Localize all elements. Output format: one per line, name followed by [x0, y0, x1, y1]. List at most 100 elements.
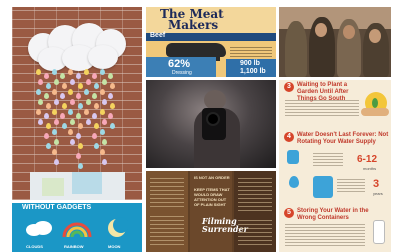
gift-box — [42, 178, 64, 196]
panel-body-text — [150, 177, 184, 207]
raindrop — [94, 143, 99, 149]
raindrop — [44, 133, 49, 139]
face — [369, 29, 381, 43]
raindrop — [78, 103, 83, 109]
raindrop — [78, 143, 83, 149]
water-tap-icon — [287, 150, 299, 164]
step-number: 4 — [284, 132, 294, 142]
icon-label: CLOUDS — [26, 244, 43, 249]
raindrop — [84, 69, 89, 75]
face — [343, 25, 355, 39]
raindrop — [76, 73, 81, 79]
raindrop — [54, 99, 59, 105]
raindrop — [68, 109, 73, 115]
raindrop — [62, 123, 67, 129]
person-figure — [285, 21, 307, 77]
moon-icon — [108, 217, 128, 237]
raindrop — [100, 129, 105, 135]
raindrop — [54, 79, 59, 85]
raindrop — [110, 103, 115, 109]
gallery-tile-survival-tips[interactable]: IS NOT AN ORDER KEEP ITEMS THAT WOULD DR… — [146, 171, 276, 252]
band-label: Beef — [150, 32, 166, 39]
raindrop — [60, 73, 65, 79]
stat-unit: years — [373, 191, 383, 196]
gallery-tile-water-infographic[interactable]: 3 Waiting to Plant a Garden Until After … — [279, 80, 391, 252]
raindrop — [108, 113, 113, 119]
percent-value: 62% — [168, 58, 191, 70]
raindrop — [52, 89, 57, 95]
raindrop — [102, 119, 107, 125]
step-body-text — [337, 178, 365, 192]
raindrop — [44, 113, 49, 119]
gallery-tile-cloud-mobile[interactable] — [12, 7, 142, 200]
step-body-text — [313, 152, 343, 166]
raindrop — [36, 89, 41, 95]
title-line-2: Makers — [168, 18, 219, 32]
water-bottle-icon — [373, 220, 385, 244]
panel-heading: IS NOT AN ORDER — [194, 175, 230, 180]
raindrop — [46, 83, 51, 89]
raindrop — [86, 79, 91, 85]
raindrop — [78, 163, 83, 169]
step-heading: Water Doesn't Last Forever: Not Rotating… — [297, 132, 389, 145]
stat-value: 3 — [373, 178, 380, 190]
cow-leg — [216, 55, 220, 61]
gallery-tile-soldiers-photo[interactable] — [279, 7, 391, 77]
face — [315, 23, 327, 37]
water-drop-icon — [289, 176, 299, 188]
raindrop — [38, 79, 43, 85]
panel-body-text — [150, 215, 184, 245]
raindrop — [70, 79, 75, 85]
raindrop — [38, 119, 43, 125]
raindrop — [110, 123, 115, 129]
raindrop — [92, 73, 97, 79]
raindrop — [76, 153, 81, 159]
raindrop — [54, 119, 59, 125]
gallery-tile-meat-makers[interactable]: The Meat Makers Beef 62% Dressing 900 lb… — [146, 7, 276, 77]
raindrop — [100, 69, 105, 75]
raindrop — [36, 69, 41, 75]
raindrop — [44, 93, 49, 99]
raindrop — [76, 93, 81, 99]
raindrop — [68, 129, 73, 135]
raindrop — [36, 109, 41, 115]
raindrop — [60, 93, 65, 99]
raindrop — [68, 69, 73, 75]
paper-cloud — [88, 45, 118, 69]
raindrop — [46, 143, 51, 149]
raindrop — [86, 99, 91, 105]
gun-muzzle — [208, 114, 218, 124]
raindrop — [70, 99, 75, 105]
gallery-tile-handgun-photo[interactable] — [146, 80, 276, 168]
raindrop — [76, 133, 81, 139]
raindrop — [94, 83, 99, 89]
icon-label: RAINBOW — [64, 244, 84, 249]
raindrop — [38, 99, 43, 105]
raindrop — [94, 103, 99, 109]
panel-body-text — [238, 177, 272, 211]
raindrop — [94, 123, 99, 129]
step-body-text — [285, 98, 359, 116]
raindrop — [100, 89, 105, 95]
raindrop — [102, 99, 107, 105]
stat-value: 6-12 — [357, 154, 378, 165]
gift-box — [72, 172, 102, 194]
raindrop — [60, 113, 65, 119]
gallery-tile-weather-without-gadgets[interactable]: WITHOUT GADGETS CLOUDS RAINBOW MOON — [12, 203, 142, 252]
raindrop — [52, 129, 57, 135]
seedling-icon — [372, 98, 378, 108]
step-body-text — [285, 224, 365, 246]
raindrop — [52, 109, 57, 115]
handgun-icon — [202, 108, 226, 140]
raindrop — [108, 73, 113, 79]
body-text-block — [230, 45, 272, 57]
person-head — [204, 90, 226, 110]
infographic-title: WITHOUT GADGETS — [22, 204, 92, 211]
raindrop — [100, 149, 105, 155]
raindrop — [54, 139, 59, 145]
raindrop — [68, 89, 73, 95]
step-heading: Storing Your Water in the Wrong Containe… — [297, 208, 369, 221]
raindrop — [52, 69, 57, 75]
water-jug-icon — [313, 176, 333, 198]
rainbow-icon — [62, 222, 92, 237]
